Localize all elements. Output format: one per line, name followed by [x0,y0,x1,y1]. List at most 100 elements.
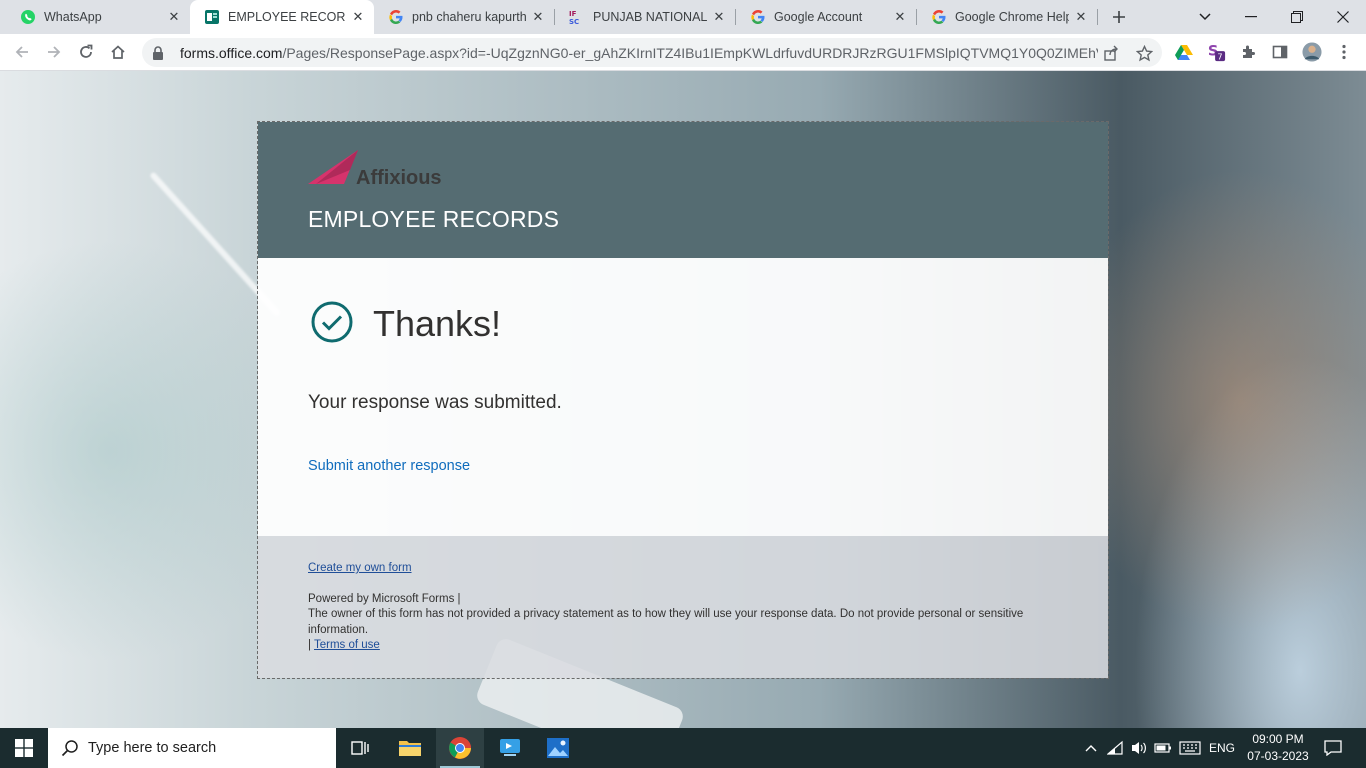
task-view-button[interactable] [336,728,384,768]
submitted-message: Your response was submitted. [308,392,562,413]
extension-s-icon[interactable]: S7 [1206,42,1226,62]
quick-assist-button[interactable] [486,728,534,768]
search-placeholder: Type here to search [88,740,217,756]
restore-button[interactable] [1274,0,1320,34]
forward-arrow-icon [48,46,61,58]
speaker-icon [1132,742,1146,754]
pnb-icon: IF SC [569,9,585,25]
brand-name: Affixious [356,167,442,189]
affixious-logo: Affixious [308,150,442,189]
close-tab-icon[interactable]: ✕ [166,9,182,25]
page-background: Affixious EMPLOYEE RECORDS Thanks! Your … [0,71,1366,728]
google-icon [388,9,404,25]
minimize-button[interactable] [1228,0,1274,34]
taskbar-search-box[interactable]: Type here to search [48,728,336,768]
battery-icon [1154,743,1171,753]
form-body: Thanks! Your response was submitted. Sub… [258,258,1108,536]
tab-separator [1097,9,1098,25]
reload-icon [80,44,93,58]
tab-employee-records[interactable]: EMPLOYEE RECORDS ✕ [190,0,374,34]
photos-icon [547,738,569,758]
start-button[interactable] [0,728,48,768]
tab-search-button[interactable] [1182,0,1228,34]
powered-by-text: Powered by Microsoft Forms | [308,592,461,605]
battery-button[interactable] [1152,728,1174,768]
search-icon [60,738,80,758]
form-title: EMPLOYEE RECORDS [308,206,560,232]
create-my-own-form-link[interactable]: Create my own form [308,561,1068,577]
share-icon[interactable] [1102,44,1120,62]
task-view-icon [351,741,369,755]
tab-pnb-search[interactable]: pnb chaheru kapurtha ✕ [374,0,554,34]
lock-icon[interactable] [150,45,166,61]
tab-title: Google Chrome Help [955,10,1069,24]
tab-title: Google Account [774,10,863,24]
tab-title: EMPLOYEE RECORDS [228,10,346,24]
clock-time: 09:00 PM [1252,732,1304,746]
tab-google-chrome-help[interactable]: Google Chrome Help ✕ [917,0,1097,34]
taskbar-clock[interactable]: 09:00 PM 07-03-2023 [1240,731,1316,765]
google-icon [931,9,947,25]
notification-icon [1324,740,1342,756]
taskbar: Type here to search ENG 09:00 PM 07-03-2… [0,728,1366,768]
form-card: Affixious EMPLOYEE RECORDS Thanks! Your … [257,121,1109,679]
folder-icon [399,741,421,756]
forward-button[interactable] [40,38,68,66]
windows-logo-icon [15,739,33,757]
new-tab-button[interactable] [1108,6,1130,28]
chrome-taskbar-button[interactable] [436,728,484,768]
form-header: Affixious EMPLOYEE RECORDS [258,122,1108,258]
reload-button[interactable] [72,38,100,66]
extensions-puzzle-icon[interactable] [1238,42,1258,62]
close-window-button[interactable] [1320,0,1366,34]
tab-strip: WhatsApp ✕ EMPLOYEE RECORDS ✕ pnb chaher… [0,0,1366,34]
svg-text:IF: IF [569,10,577,18]
wifi-icon [1107,740,1123,755]
submit-another-response-link[interactable]: Submit another response [308,458,470,474]
show-hidden-icons-button[interactable] [1080,728,1102,768]
back-button[interactable] [8,38,36,66]
url-path: /Pages/ResponsePage.aspx?id=-UqZgznNG0-e… [282,44,1098,61]
side-panel-icon[interactable] [1270,42,1290,62]
terms-separator: | [308,639,311,651]
language-indicator[interactable]: ENG [1206,728,1238,768]
tab-whatsapp[interactable]: WhatsApp ✕ [6,0,190,34]
clock-date: 07-03-2023 [1247,749,1309,763]
touch-keyboard-button[interactable] [1176,728,1204,768]
whatsapp-icon [20,9,36,25]
close-tab-icon[interactable]: ✕ [892,9,908,25]
profile-avatar[interactable] [1302,42,1322,62]
bookmark-star-icon[interactable] [1135,44,1153,62]
menu-kebab-icon[interactable] [1334,42,1354,62]
network-button[interactable] [1104,728,1128,768]
tab-punjab-national-bank[interactable]: IFSC PUNJAB NATIONAL BA ✕ [555,0,735,34]
keyboard-icon [1179,741,1201,755]
back-arrow-icon [15,46,28,58]
extension-badge: 7 [1217,51,1222,61]
google-drive-icon[interactable] [1174,42,1194,62]
close-tab-icon[interactable]: ✕ [711,9,727,25]
google-icon [750,9,766,25]
ms-forms-icon [204,9,220,25]
tab-title: PUNJAB NATIONAL BA [593,10,707,24]
close-tab-icon[interactable]: ✕ [1073,9,1089,25]
photos-button[interactable] [534,728,582,768]
tab-google-account[interactable]: Google Account ✕ [736,0,916,34]
terms-of-use-link[interactable]: Terms of use [314,639,380,651]
home-button[interactable] [104,38,132,66]
close-tab-icon[interactable]: ✕ [530,9,546,25]
address-bar[interactable]: forms.office.com/Pages/ResponsePage.aspx… [142,38,1162,67]
privacy-statement-text: The owner of this form has not provided … [308,608,1024,636]
thanks-heading: Thanks! [373,303,502,344]
chevron-up-icon [1085,745,1097,752]
check-circle-icon [311,301,353,343]
home-icon [111,45,125,59]
url-host: forms.office.com [180,44,283,61]
file-explorer-button[interactable] [386,728,434,768]
url-text[interactable]: forms.office.com/Pages/ResponsePage.aspx… [180,45,1098,61]
browser-toolbar: forms.office.com/Pages/ResponsePage.aspx… [0,34,1366,71]
notifications-button[interactable] [1318,728,1348,768]
terms-line: | Terms of use [308,638,1068,654]
close-tab-icon[interactable]: ✕ [350,9,366,25]
volume-button[interactable] [1128,728,1150,768]
